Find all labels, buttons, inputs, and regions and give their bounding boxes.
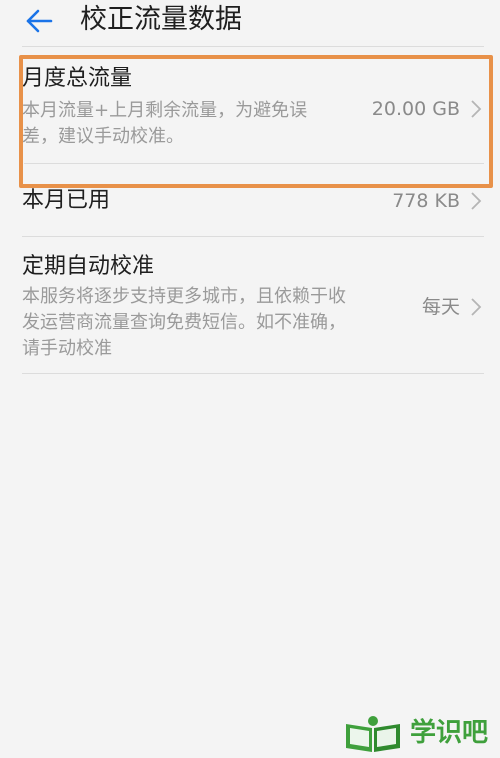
item-subtitle-line-3: 请手动校准 — [22, 338, 112, 359]
book-logo-icon — [346, 716, 400, 752]
item-subtitle-line-1: 本服务将逐步支持更多城市，且依赖于收 — [22, 286, 346, 307]
row-divider — [22, 236, 484, 237]
arrow-left-icon[interactable] — [24, 6, 54, 36]
highlight-box — [19, 55, 493, 188]
item-title: 本月已用 — [22, 188, 111, 213]
watermark: 学识吧 — [342, 714, 492, 754]
item-title: 定期自动校准 — [22, 254, 155, 279]
page-title: 校正流量数据 — [80, 4, 242, 35]
list-item-used-this-month[interactable]: 本月已用 778 KB — [22, 180, 484, 230]
row-divider — [22, 373, 484, 374]
item-value: 778 KB — [392, 190, 460, 212]
watermark-text: 学识吧 — [410, 718, 489, 748]
header-divider — [22, 46, 484, 47]
item-value: 每天 — [421, 296, 460, 318]
app-header: 校正流量数据 — [0, 0, 500, 46]
chevron-right-icon — [471, 298, 482, 316]
chevron-right-icon — [471, 192, 482, 210]
list-item-auto-calibrate[interactable]: 定期自动校准 本服务将逐步支持更多城市，且依赖于收 发运营商流量查询免费短信。如… — [22, 250, 484, 372]
item-subtitle-line-2: 发运营商流量查询免费短信。如不准确， — [22, 312, 346, 333]
item-subtitle: 本服务将逐步支持更多城市，且依赖于收 发运营商流量查询免费短信。如不准确， 请手… — [22, 284, 346, 362]
